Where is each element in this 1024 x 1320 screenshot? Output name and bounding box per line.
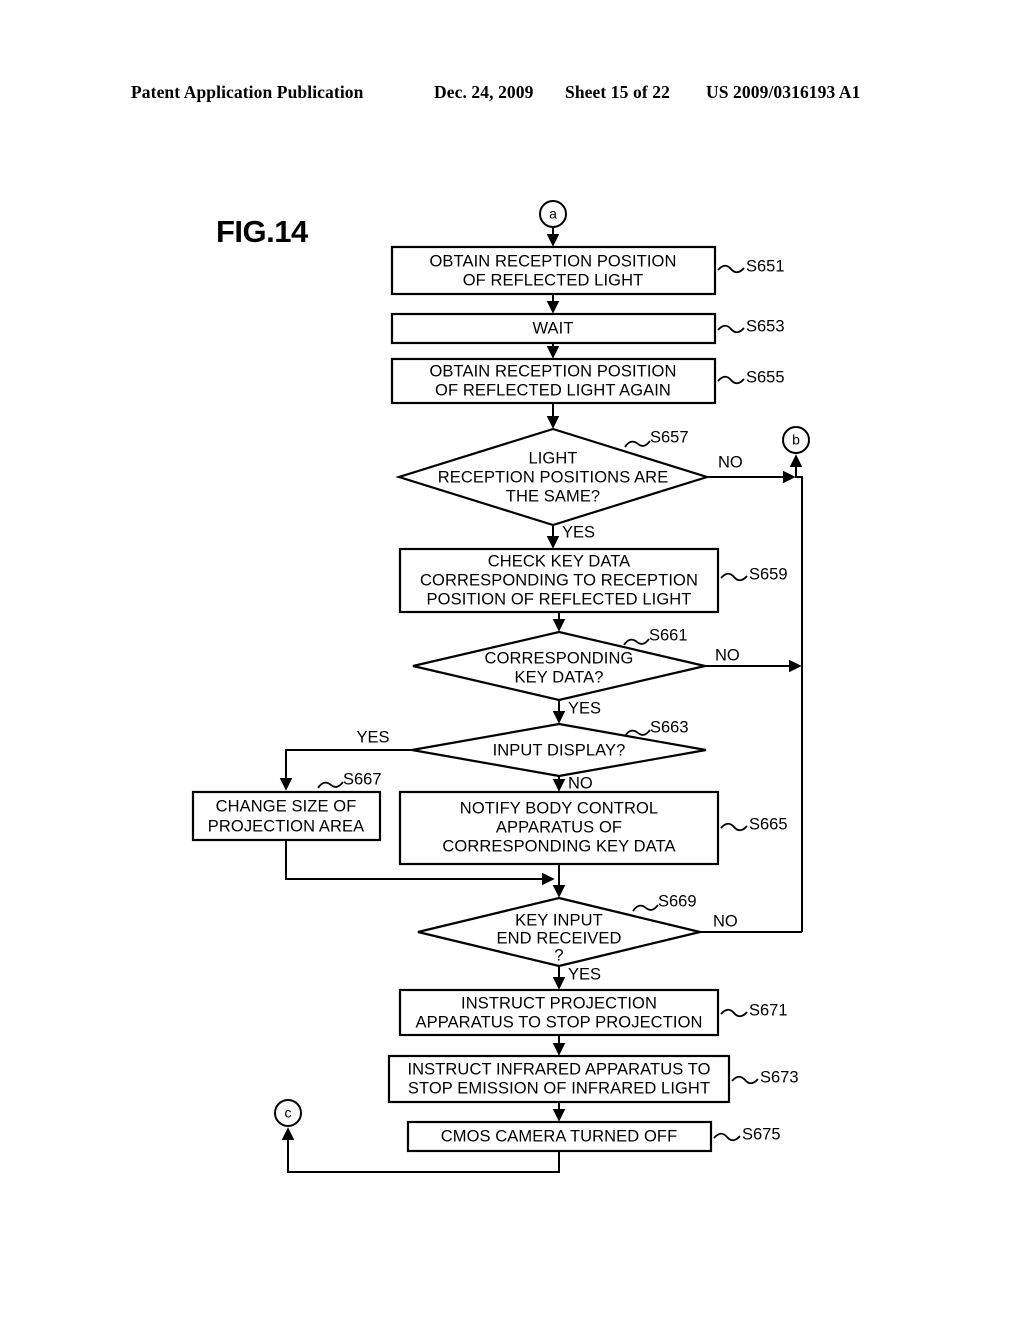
node-s661-line1: CORRESPONDING [485, 649, 634, 667]
node-s667-leader [317, 781, 344, 789]
node-s655-leader [717, 375, 745, 385]
node-s669-line1: KEY INPUT [515, 911, 603, 929]
node-s661-leader [623, 638, 650, 646]
edge-right-rail-to-b [789, 454, 803, 932]
node-s657-step: S657 [650, 428, 689, 446]
node-s669-line3: ? [554, 946, 563, 964]
node-s669-no-label: NO [713, 912, 738, 930]
node-s669-line2: END RECEIVED [497, 929, 622, 947]
connector-a-label: a [549, 206, 557, 222]
node-s671-step: S671 [749, 1001, 788, 1019]
node-s667-line1: CHANGE SIZE OF [216, 797, 357, 815]
node-s675-step: S675 [742, 1125, 781, 1143]
node-s655-step: S655 [746, 368, 785, 386]
node-s659-line1: CHECK KEY DATA [488, 552, 631, 570]
node-s663-line1: INPUT DISPLAY? [493, 741, 626, 759]
node-s655-line2: OF REFLECTED LIGHT AGAIN [435, 381, 671, 399]
node-s673-line2: STOP EMISSION OF INFRARED LIGHT [408, 1079, 710, 1097]
patent-page: Patent Application Publication Dec. 24, … [0, 0, 1024, 1320]
node-s675-leader [713, 1132, 741, 1142]
node-s667-step: S667 [343, 770, 382, 788]
node-s659-leader [720, 572, 748, 582]
node-s669-step: S669 [658, 892, 697, 910]
node-s655-line1: OBTAIN RECEPTION POSITION [430, 362, 677, 380]
node-s651-line2: OF REFLECTED LIGHT [463, 271, 644, 289]
node-s673-step: S673 [760, 1068, 799, 1086]
node-s673-line1: INSTRUCT INFRARED APPARATUS TO [407, 1060, 710, 1078]
node-s665-line1: NOTIFY BODY CONTROL [460, 799, 658, 817]
node-s669-leader [632, 904, 659, 912]
node-s661-yes-label: YES [568, 699, 601, 717]
node-s657-line1: LIGHT [528, 449, 577, 467]
node-s665-leader [720, 822, 748, 832]
node-s663-step: S663 [650, 718, 689, 736]
node-s657-yes-label: YES [562, 523, 595, 541]
connector-b-label: b [792, 432, 800, 448]
node-s657-line3: THE SAME? [506, 487, 600, 505]
node-s657-line2: RECEPTION POSITIONS ARE [438, 468, 669, 486]
node-s663-yes-label: YES [356, 728, 389, 746]
flowchart: a OBTAIN RECEPTION POSITION OF REFLECTED… [191, 200, 810, 1173]
node-s659-line3: POSITION OF REFLECTED LIGHT [427, 590, 692, 608]
node-s657-no-label: NO [718, 453, 743, 471]
node-s653-step: S653 [746, 317, 785, 335]
node-s657-leader [624, 440, 651, 448]
node-s651-leader [717, 264, 745, 274]
node-s671-line2: APPARATUS TO STOP PROJECTION [415, 1013, 702, 1031]
node-s665-line2: APPARATUS OF [496, 818, 622, 836]
node-s669-yes-label: YES [568, 965, 601, 983]
node-s671-line1: INSTRUCT PROJECTION [461, 994, 657, 1012]
node-s675-line1: CMOS CAMERA TURNED OFF [441, 1127, 678, 1145]
node-s661-step: S661 [649, 626, 688, 644]
node-s651-line1: OBTAIN RECEPTION POSITION [430, 252, 677, 270]
node-s661-line2: KEY DATA? [515, 668, 604, 686]
node-s663-no-label: NO [568, 774, 593, 792]
node-s659-step: S659 [749, 565, 788, 583]
node-s661-no-label: NO [715, 646, 740, 664]
node-s653-leader [717, 324, 745, 334]
node-s651-step: S651 [746, 257, 785, 275]
node-s659-line2: CORRESPONDING TO RECEPTION [420, 571, 698, 589]
node-s667-line2: PROJECTION AREA [208, 817, 364, 835]
node-s663-leader [624, 729, 651, 737]
connector-c-label: c [285, 1105, 292, 1121]
node-s665-step: S665 [749, 815, 788, 833]
node-s665-line3: CORRESPONDING KEY DATA [442, 837, 675, 855]
node-s671-leader [720, 1008, 748, 1018]
node-s673-leader [731, 1075, 759, 1085]
node-s653-line1: WAIT [532, 319, 573, 337]
